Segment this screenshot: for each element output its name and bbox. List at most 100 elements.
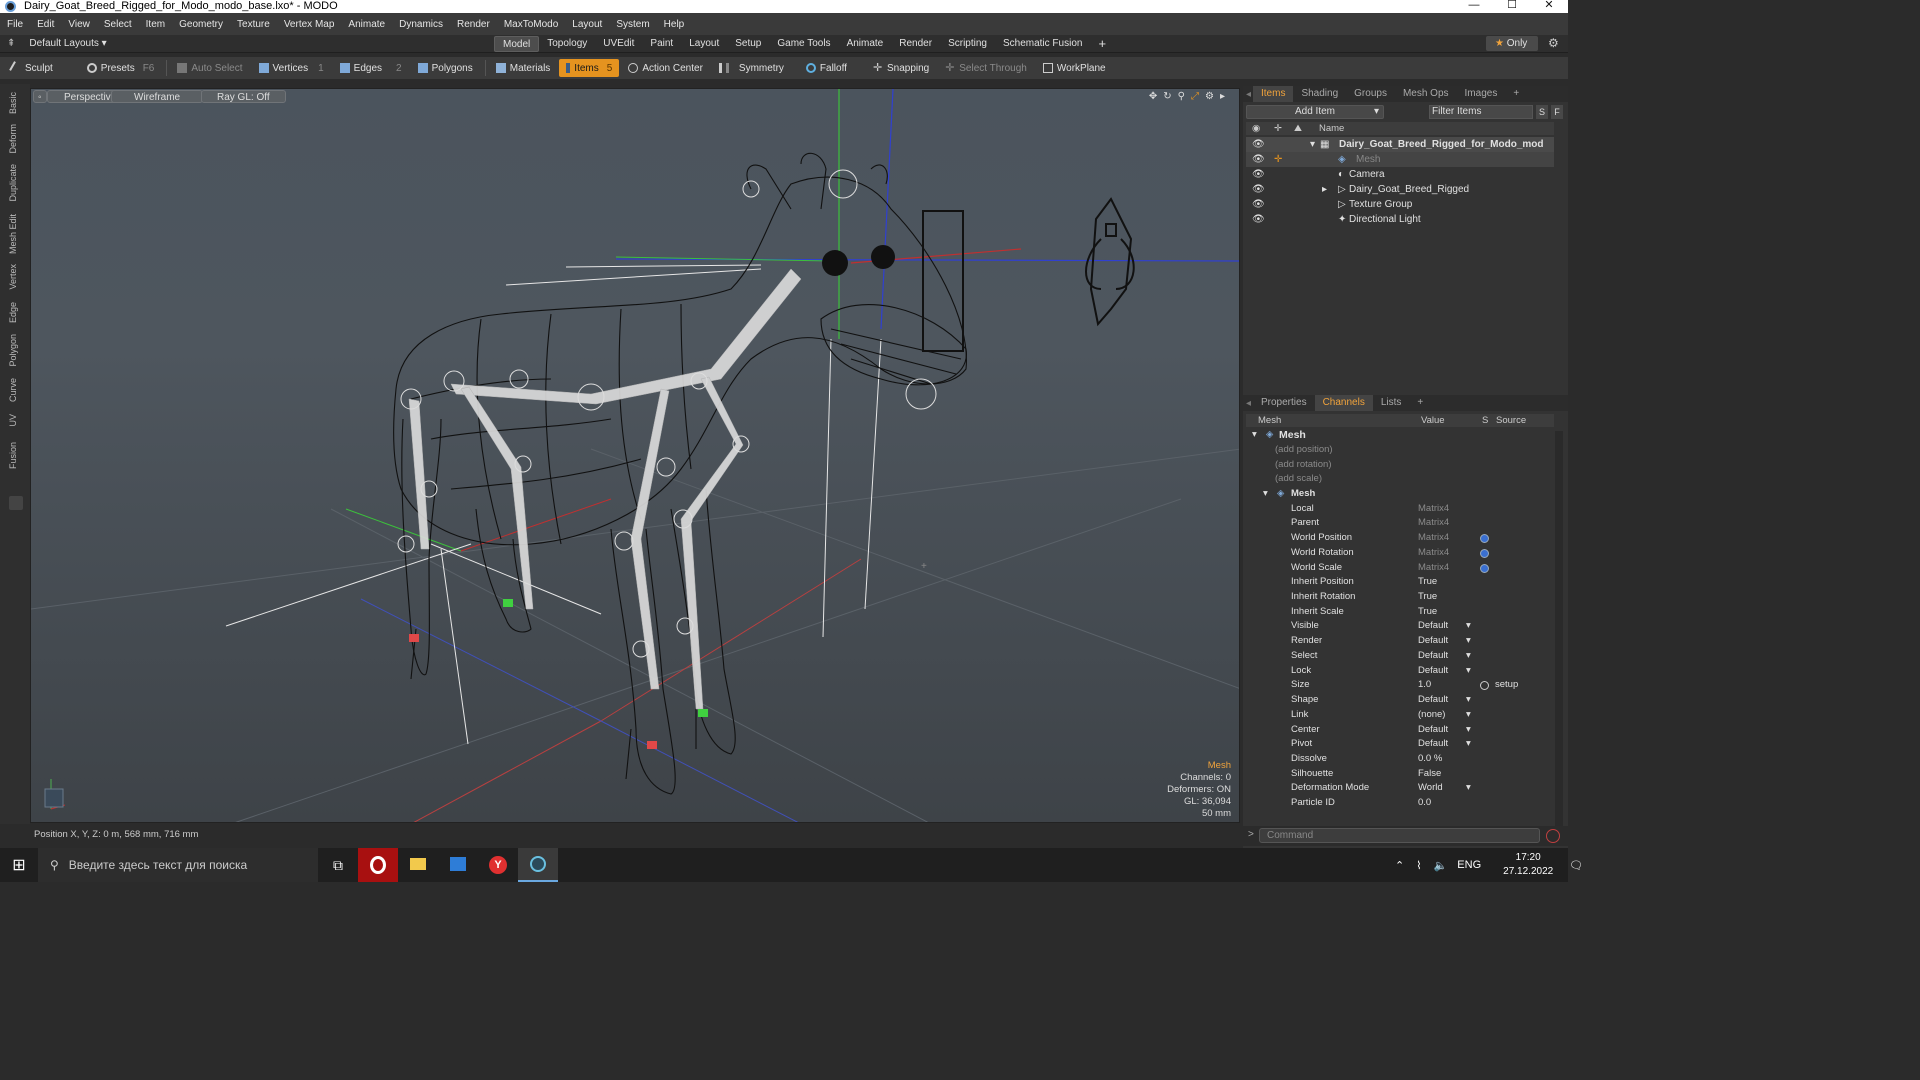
left-tab-edge[interactable]: Edge <box>8 302 18 323</box>
item-row-scene[interactable]: 👁 ▾ ▦ Dairy_Goat_Breed_Rigged_for_Modo_m… <box>1246 137 1554 165</box>
link-icon[interactable] <box>1480 563 1489 573</box>
falloff-button[interactable]: Falloff <box>799 59 854 77</box>
language-indicator[interactable]: ENG <box>1457 859 1481 871</box>
channel-row[interactable]: Select Default ▾ <box>1246 649 1554 664</box>
shading-mode-button[interactable]: Wireframe <box>111 90 204 103</box>
viewport-expand-icon[interactable]: ▸ <box>1220 91 1225 102</box>
workplane-button[interactable]: WorkPlane <box>1036 59 1113 77</box>
channel-row[interactable]: Render Default ▾ <box>1246 634 1554 649</box>
close-button[interactable]: ✕ <box>1531 0 1567 13</box>
add-rotation-row[interactable]: (add rotation) <box>1246 458 1554 473</box>
zoom-view-icon[interactable]: ⚲ <box>1178 91 1185 102</box>
chevron-down-icon[interactable]: ▾ <box>1466 708 1471 723</box>
channel-value[interactable]: Default <box>1418 723 1448 738</box>
channel-row[interactable]: Dissolve 0.0 % <box>1246 752 1554 767</box>
presets-button[interactable]: Presets F6 <box>80 59 162 77</box>
channel-value[interactable]: Matrix4 <box>1418 502 1449 517</box>
channel-row[interactable]: Shape Default ▾ <box>1246 693 1554 708</box>
task-view-icon[interactable]: ⧉ <box>318 857 358 874</box>
symmetry-button[interactable]: Symmetry <box>712 59 791 77</box>
left-tab-basic[interactable]: Basic <box>8 92 18 114</box>
channel-value[interactable]: True <box>1418 605 1437 620</box>
menu-dynamics[interactable]: Dynamics <box>392 19 450 30</box>
expand-icon[interactable]: ▸ <box>1322 182 1327 197</box>
tray-chevron-icon[interactable]: ⌃ <box>1395 859 1404 872</box>
menu-geometry[interactable]: Geometry <box>172 19 230 30</box>
polygons-button[interactable]: Polygons <box>411 59 480 77</box>
channel-value[interactable]: Matrix4 <box>1418 531 1449 546</box>
link-icon[interactable] <box>1480 548 1489 558</box>
left-tab-curve[interactable]: Curve <box>8 378 18 402</box>
modo-taskbar-icon[interactable] <box>518 848 558 882</box>
auto-select-button[interactable]: Auto Select <box>170 59 249 77</box>
menu-animate[interactable]: Animate <box>341 19 392 30</box>
tab-paint[interactable]: Paint <box>642 36 681 52</box>
left-tab-fusion[interactable]: Fusion <box>8 442 18 469</box>
menu-layout[interactable]: Layout <box>565 19 609 30</box>
eye-icon[interactable]: 👁 <box>1252 152 1265 167</box>
clock[interactable]: 17:20 27.12.2022 <box>1503 851 1553 879</box>
network-icon[interactable]: ⌇ <box>1416 859 1421 872</box>
menu-help[interactable]: Help <box>657 19 692 30</box>
opera-icon[interactable] <box>358 848 398 882</box>
expand-icon[interactable]: ▾ <box>1263 487 1268 502</box>
chevron-down-icon[interactable]: ▾ <box>1466 723 1471 738</box>
menu-view[interactable]: View <box>61 19 97 30</box>
command-history-icon[interactable] <box>1546 829 1560 843</box>
channel-value[interactable]: False <box>1418 767 1441 782</box>
channels-scrollbar[interactable] <box>1555 431 1563 846</box>
chevron-down-icon[interactable]: ▾ <box>1466 634 1471 649</box>
menu-texture[interactable]: Texture <box>230 19 277 30</box>
tab-schematic-fusion[interactable]: Schematic Fusion <box>995 36 1090 52</box>
channel-row[interactable]: Silhouette False <box>1246 767 1554 782</box>
menu-render[interactable]: Render <box>450 19 497 30</box>
channel-value[interactable]: 1.0 <box>1418 678 1431 693</box>
channel-value[interactable]: True <box>1418 575 1437 590</box>
menu-edit[interactable]: Edit <box>30 19 61 30</box>
add-panel-tab-button[interactable]: + <box>1505 86 1527 102</box>
left-tab-polygon[interactable]: Polygon <box>8 334 18 367</box>
menu-item[interactable]: Item <box>139 19 172 30</box>
channel-value[interactable]: True <box>1418 590 1437 605</box>
materials-button[interactable]: Materials <box>489 59 558 77</box>
add-panel-tab-button[interactable]: + <box>1409 395 1431 411</box>
radio-icon[interactable] <box>1480 681 1489 691</box>
sculpt-button[interactable]: Sculpt <box>4 59 60 77</box>
tab-mesh-ops[interactable]: Mesh Ops <box>1395 86 1457 102</box>
add-tab-button[interactable]: + <box>1090 36 1114 52</box>
viewport-menu-icon[interactable]: ◦ <box>33 90 47 103</box>
menu-system[interactable]: System <box>609 19 656 30</box>
command-input[interactable]: Command <box>1259 828 1540 843</box>
channel-group-mesh[interactable]: ▾ ◈ Mesh <box>1246 428 1554 443</box>
tab-properties[interactable]: Properties <box>1253 395 1315 411</box>
filter-items-input[interactable]: Filter Items <box>1429 105 1533 119</box>
filter-s-button[interactable]: S <box>1536 105 1548 119</box>
channel-subgroup-mesh[interactable]: ▾ ◈ Mesh <box>1246 487 1554 502</box>
tab-model[interactable]: Model <box>494 36 540 52</box>
chevron-down-icon[interactable]: ▾ <box>1466 737 1471 752</box>
maximize-button[interactable]: ☐ <box>1494 0 1530 13</box>
yandex-browser-icon[interactable]: Y <box>478 856 518 874</box>
fit-view-icon[interactable]: ⤢ <box>1191 91 1199 102</box>
channel-row[interactable]: Deformation Mode World ▾ <box>1246 781 1554 796</box>
channel-value[interactable]: 0.0 % <box>1418 752 1442 767</box>
channel-value[interactable]: World <box>1418 781 1443 796</box>
channel-row[interactable]: World Position Matrix4 <box>1246 531 1554 546</box>
left-tab-uv[interactable]: UV <box>8 414 18 427</box>
channel-value[interactable]: Matrix4 <box>1418 561 1449 576</box>
channel-row[interactable]: World Scale Matrix4 <box>1246 561 1554 576</box>
move-view-icon[interactable]: ✥ <box>1149 91 1157 102</box>
tab-layout[interactable]: Layout <box>681 36 727 52</box>
snapping-button[interactable]: ✛ Snapping <box>866 59 936 77</box>
tab-images[interactable]: Images <box>1457 86 1506 102</box>
tab-game-tools[interactable]: Game Tools <box>769 36 838 52</box>
panel-toggle-button[interactable] <box>9 496 23 510</box>
left-tab-duplicate[interactable]: Duplicate <box>8 164 18 202</box>
expand-icon[interactable]: ▾ <box>1310 137 1315 152</box>
add-item-dropdown[interactable]: Add Item ▾ <box>1246 105 1384 119</box>
channel-value[interactable]: Default <box>1418 693 1448 708</box>
channel-row[interactable]: World Rotation Matrix4 <box>1246 546 1554 561</box>
3d-viewport[interactable]: + ◦ Perspective Wireframe Ray GL: Off ✥ … <box>30 88 1240 823</box>
channel-row[interactable]: Inherit Scale True <box>1246 605 1554 620</box>
notifications-icon[interactable]: 🗨 <box>1569 859 1583 872</box>
